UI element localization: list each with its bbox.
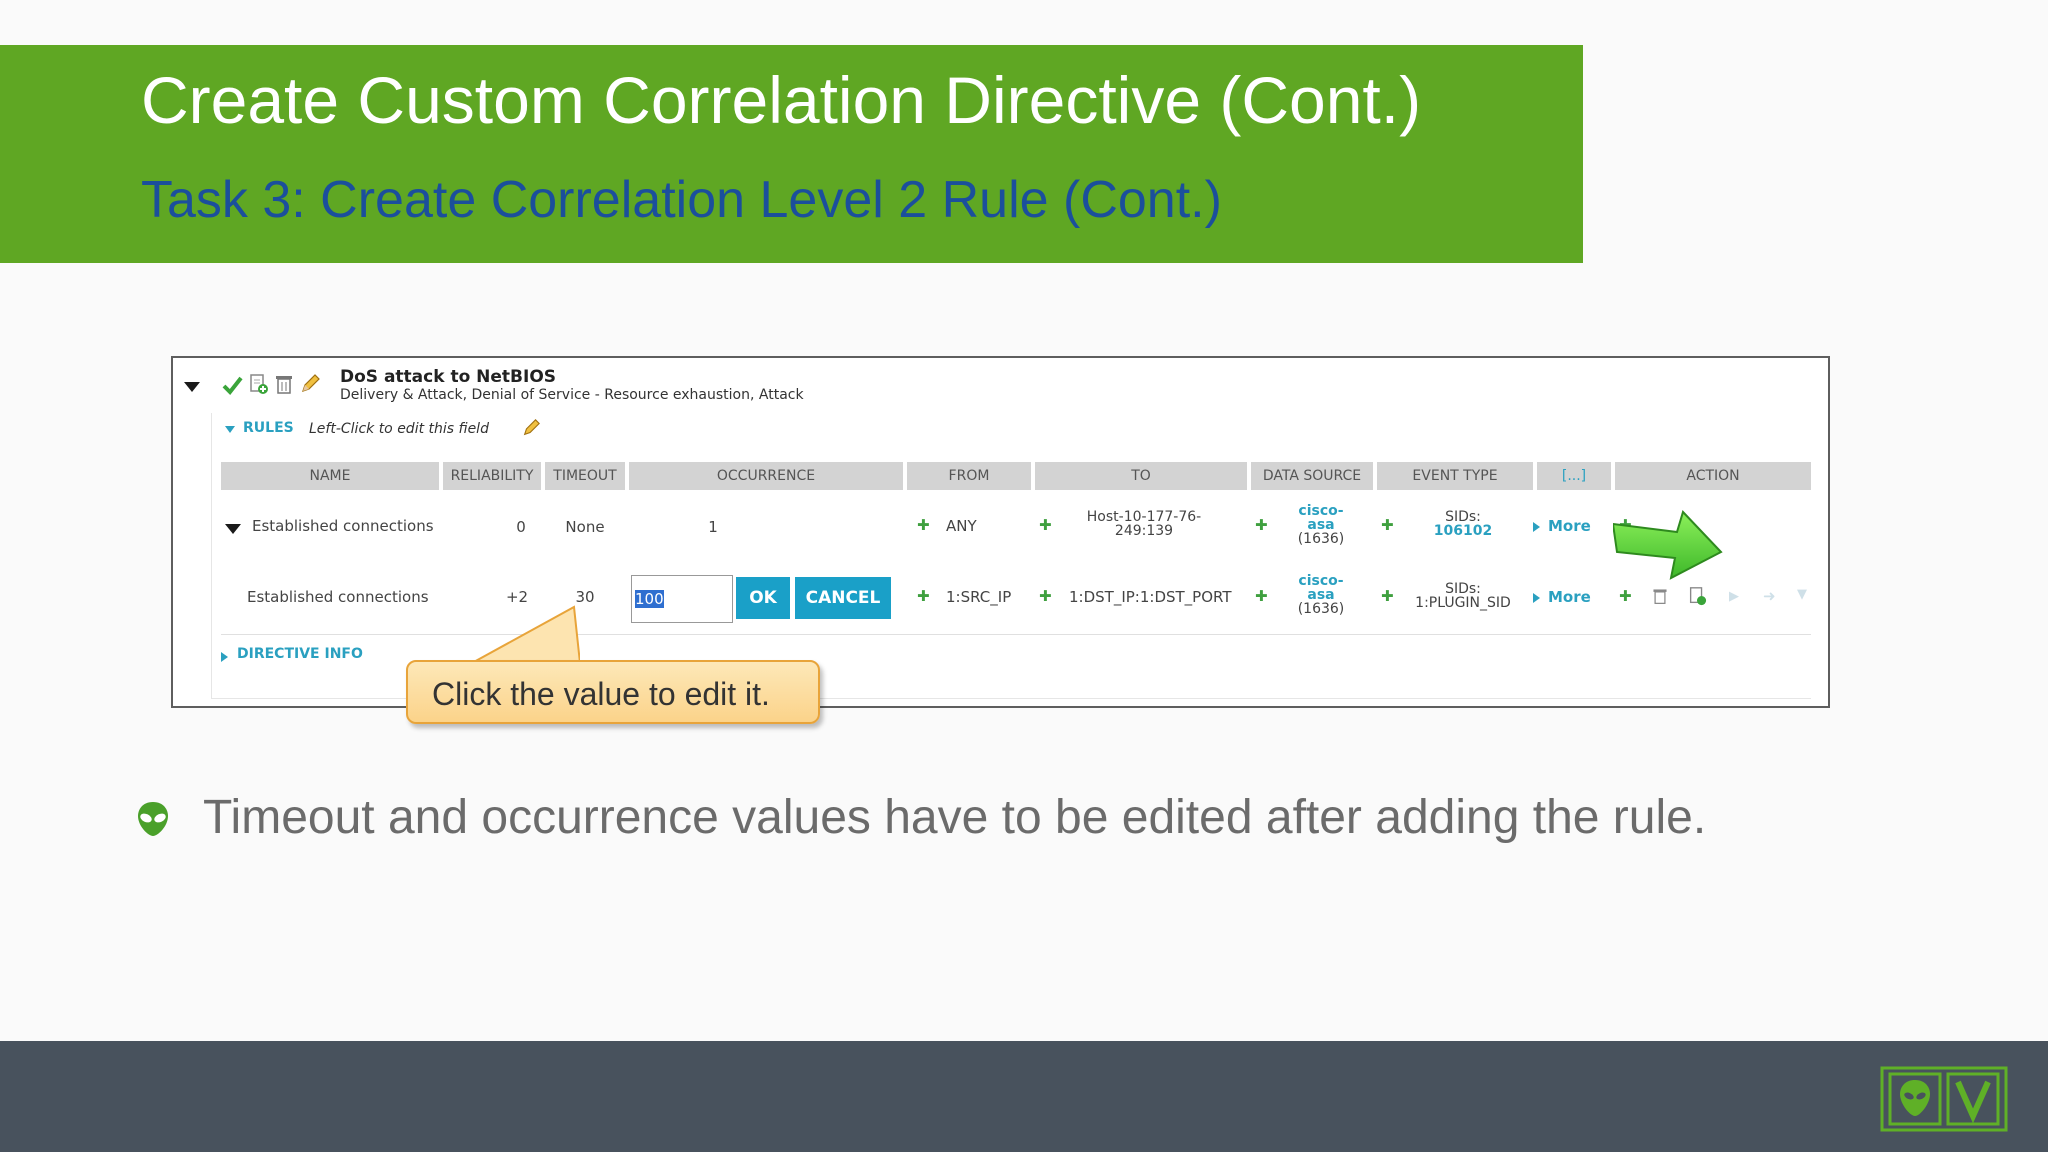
rules-toggle-icon[interactable] (225, 426, 235, 433)
row1-ds-add-icon[interactable]: ✚ (1255, 516, 1268, 534)
rules-hint: Left-Click to edit this field (309, 421, 489, 437)
callout-text: Click the value to edit it. (432, 676, 770, 712)
col-reliability[interactable]: RELIABILITY (443, 462, 541, 490)
row1-to[interactable]: Host-10-177-76- 249:139 (1069, 510, 1219, 538)
row-expand-icon[interactable] (225, 524, 241, 534)
row2-more-link[interactable]: More (1533, 588, 1591, 606)
row2-from[interactable]: 1:SRC_IP (946, 588, 1011, 606)
row1-name[interactable]: Established connections (252, 517, 434, 535)
trash-icon[interactable] (273, 373, 295, 395)
col-from[interactable]: FROM (907, 462, 1031, 490)
row2-to-add-icon[interactable]: ✚ (1039, 587, 1052, 605)
col-to[interactable]: TO (1035, 462, 1247, 490)
slide-subtitle: Task 3: Create Correlation Level 2 Rule … (141, 171, 1222, 229)
bullet-text: Timeout and occurrence values have to be… (203, 791, 1707, 844)
row1-more-link[interactable]: More (1533, 517, 1591, 535)
check-icon[interactable] (221, 374, 243, 396)
collapse-triangle-icon[interactable] (184, 382, 200, 392)
row1-data-source[interactable]: cisco- asa (1636) (1281, 504, 1361, 546)
row1-event-type[interactable]: SIDs: 106102 (1403, 510, 1523, 538)
row2-event-type[interactable]: SIDs: 1:PLUGIN_SID (1403, 582, 1523, 610)
row2-et-add-icon[interactable]: ✚ (1381, 587, 1394, 605)
occurrence-edit-input[interactable]: 100 (631, 575, 733, 623)
row2-move-right-icon[interactable]: ▶ (1729, 589, 1739, 604)
row2-delete-icon[interactable] (1651, 586, 1669, 606)
logo-icon (1880, 1066, 2008, 1132)
col-event-type[interactable]: EVENT TYPE (1377, 462, 1533, 490)
edit-hint-pencil-icon (523, 419, 540, 436)
row2-data-source[interactable]: cisco- asa (1636) (1281, 574, 1361, 616)
copy-icon[interactable] (247, 373, 269, 395)
directive-screenshot: DoS attack to NetBIOS Delivery & Attack,… (171, 356, 1830, 708)
row1-occurrence[interactable]: 1 (673, 518, 753, 536)
rules-container (211, 413, 1811, 699)
directive-info-label[interactable]: DIRECTIVE INFO (237, 646, 363, 662)
col-expand[interactable]: [...] (1537, 462, 1611, 490)
callout-box: Click the value to edit it. (406, 660, 820, 724)
alien-bullet-icon (138, 802, 168, 836)
row2-move-down-icon[interactable]: ▼ (1797, 587, 1807, 602)
directive-name[interactable]: DoS attack to NetBIOS (340, 367, 556, 387)
row2-name[interactable]: Established connections (247, 588, 429, 606)
row2-ds-add-icon[interactable]: ✚ (1255, 587, 1268, 605)
pencil-icon[interactable] (299, 373, 321, 395)
col-timeout[interactable]: TIMEOUT (545, 462, 625, 490)
rules-label[interactable]: RULES (243, 420, 294, 436)
row2-move-left-icon[interactable]: ➜ (1763, 587, 1776, 605)
row1-from-add-icon[interactable]: ✚ (917, 516, 930, 534)
col-action: ACTION (1615, 462, 1811, 490)
cancel-button[interactable]: CANCEL (795, 577, 891, 619)
row1-from[interactable]: ANY (946, 517, 977, 535)
rules-table-header: NAME RELIABILITY TIMEOUT OCCURRENCE FROM… (221, 462, 1811, 490)
col-name[interactable]: NAME (221, 462, 439, 490)
col-occurrence[interactable]: OCCURRENCE (629, 462, 903, 490)
footer-bar (0, 1041, 2048, 1152)
row-divider (221, 634, 1811, 635)
directive-info-toggle-icon[interactable] (221, 652, 228, 662)
row2-to[interactable]: 1:DST_IP:1:DST_PORT (1069, 588, 1232, 606)
slide-title: Create Custom Correlation Directive (Con… (141, 63, 1422, 137)
ok-button[interactable]: OK (736, 577, 790, 619)
row2-copy-icon[interactable] (1687, 586, 1707, 606)
row1-et-add-icon[interactable]: ✚ (1381, 516, 1394, 534)
row2-from-add-icon[interactable]: ✚ (917, 587, 930, 605)
callout-pointer (471, 605, 580, 664)
col-data-source[interactable]: DATA SOURCE (1251, 462, 1373, 490)
row1-to-add-icon[interactable]: ✚ (1039, 516, 1052, 534)
row1-timeout[interactable]: None (545, 518, 625, 536)
directive-taxonomy: Delivery & Attack, Denial of Service - R… (340, 387, 804, 403)
green-arrow-icon (1613, 510, 1723, 580)
row2-timeout[interactable]: 30 (545, 588, 625, 606)
row2-action-add-icon[interactable]: ✚ (1619, 587, 1632, 605)
